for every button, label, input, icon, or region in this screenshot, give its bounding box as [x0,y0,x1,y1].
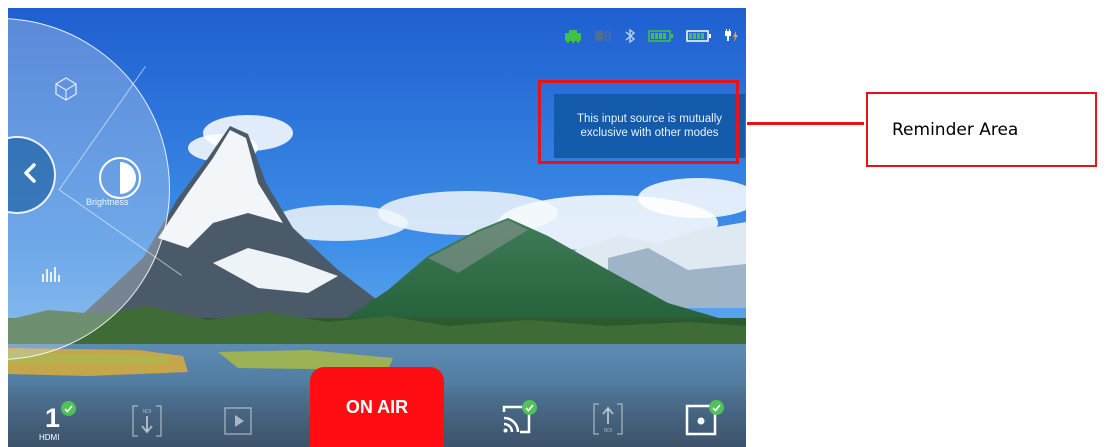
check-badge-icon [709,400,724,415]
camera-preview-screen: Brightness This input source is mutually… [8,8,746,447]
record-mode-button[interactable] [685,400,724,441]
brightness-label: Brightness [86,197,129,207]
ndi-label: NDI [143,409,152,415]
status-bar [564,28,740,44]
check-badge-icon [522,400,537,415]
audio-levels-icon[interactable] [41,266,61,287]
on-air-button[interactable]: ON AIR [310,367,444,447]
battery-icon [648,30,674,42]
callout-label: Reminder Area [892,119,1019,140]
callout-connector-line [747,122,864,125]
battery-icon [686,30,712,42]
reminder-highlight-box [538,80,739,164]
bluetooth-icon [624,28,636,44]
charging-icon [724,29,740,43]
ethernet-icon [564,29,582,43]
source-number: 1 [45,403,61,433]
cube-3d-icon[interactable] [53,76,79,107]
ndi-output-button[interactable]: NDI [592,402,624,441]
ndi-label: NDI [604,428,613,434]
playback-button[interactable] [223,406,253,441]
hdmi-source-button[interactable]: 1 HDMI [39,401,79,447]
cast-button[interactable] [500,400,537,441]
reminder-area-callout: Reminder Area [866,92,1097,167]
source-label: HDMI [39,433,60,442]
sim-card-icon [594,29,612,43]
chevron-left-icon [23,162,37,188]
ndi-input-button[interactable]: NDI [131,404,163,443]
check-badge-icon [61,401,76,416]
